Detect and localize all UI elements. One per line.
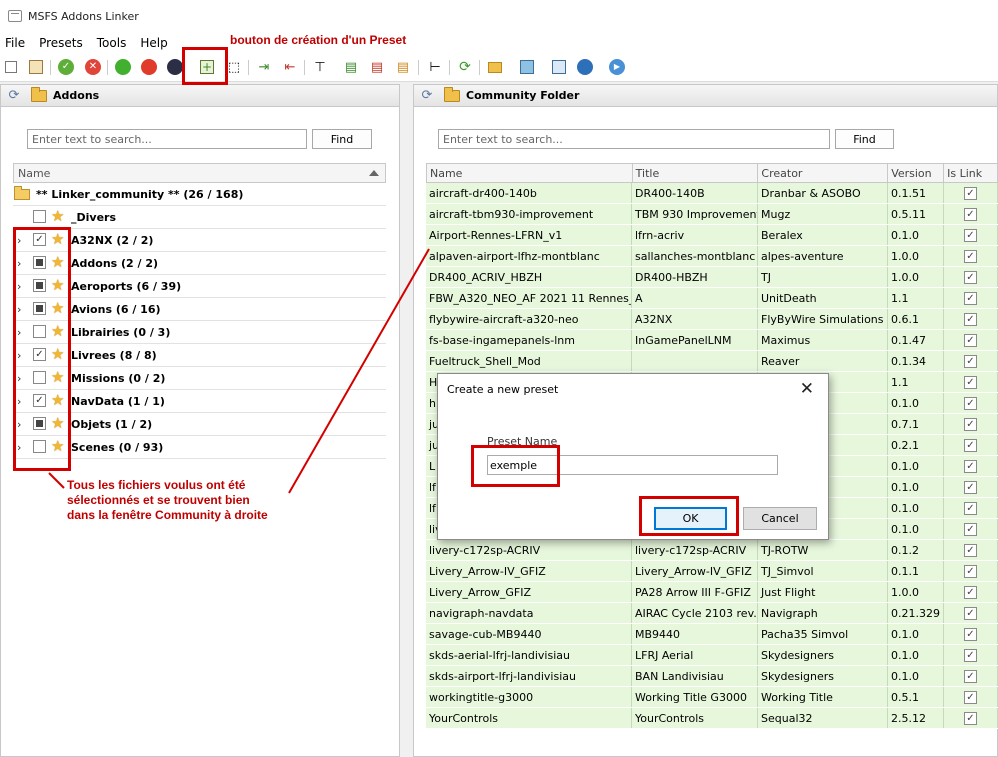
preset-button-annotation: bouton de création d'un Preset: [230, 33, 407, 47]
preset-input-highlight: [471, 445, 560, 487]
dialog-title: Create a new preset: [447, 383, 559, 396]
ok-button-highlight: [639, 496, 739, 536]
close-icon[interactable]: ✕: [800, 379, 814, 399]
selection-annotation: Tous les fichiers voulus ont été sélecti…: [67, 478, 268, 522]
cancel-button[interactable]: Cancel: [743, 507, 817, 530]
